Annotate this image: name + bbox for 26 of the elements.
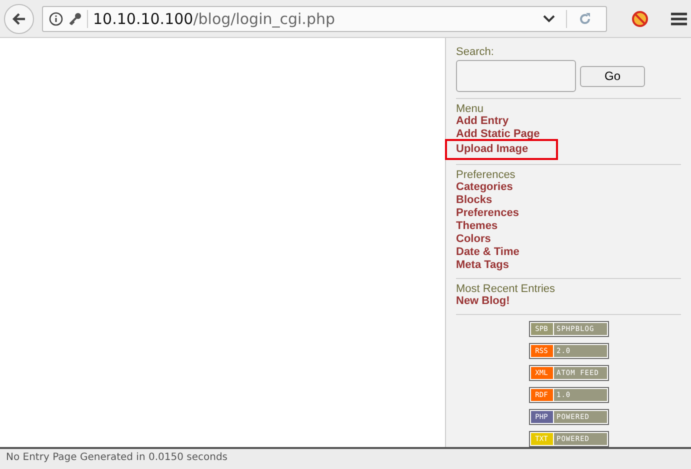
section-heading: Menu <box>456 103 484 115</box>
back-arrow-icon <box>11 10 27 26</box>
sidebar-link[interactable]: Date & Time <box>456 246 520 259</box>
sidebar-link[interactable]: Themes <box>456 220 498 233</box>
info-icon[interactable] <box>49 12 63 26</box>
menu-icon[interactable] <box>671 12 687 26</box>
sidebar-link[interactable]: Preferences <box>456 207 519 220</box>
blocked-extension-icon[interactable] <box>631 10 649 28</box>
key-icon[interactable] <box>68 12 82 26</box>
search-label: Search: <box>456 46 494 58</box>
chevron-down-icon[interactable] <box>543 14 555 22</box>
go-button[interactable]: Go <box>580 66 645 86</box>
sidebar-link[interactable]: Add Static Page <box>456 128 540 141</box>
footer-text: No Entry Page Generated in 0.0150 seconds <box>6 452 228 463</box>
sidebar-link[interactable]: Categories <box>456 181 513 194</box>
sidebar-link[interactable]: Blocks <box>456 194 492 207</box>
address-bar[interactable]: 10.10.10.100/blog/login_cgi.php <box>42 6 607 32</box>
search-field[interactable] <box>456 60 576 92</box>
sidebar-link[interactable]: Colors <box>456 233 491 246</box>
sidebar-link[interactable]: Meta Tags <box>456 259 509 272</box>
section-heading: Most Recent Entries <box>456 283 556 295</box>
section-heading: Preferences <box>456 169 516 181</box>
sidebar-link[interactable]: New Blog! <box>456 295 510 308</box>
sidebar-link[interactable]: Add Entry <box>456 115 509 128</box>
back-button[interactable] <box>4 4 34 34</box>
sidebar-link[interactable]: Upload Image <box>447 141 556 158</box>
